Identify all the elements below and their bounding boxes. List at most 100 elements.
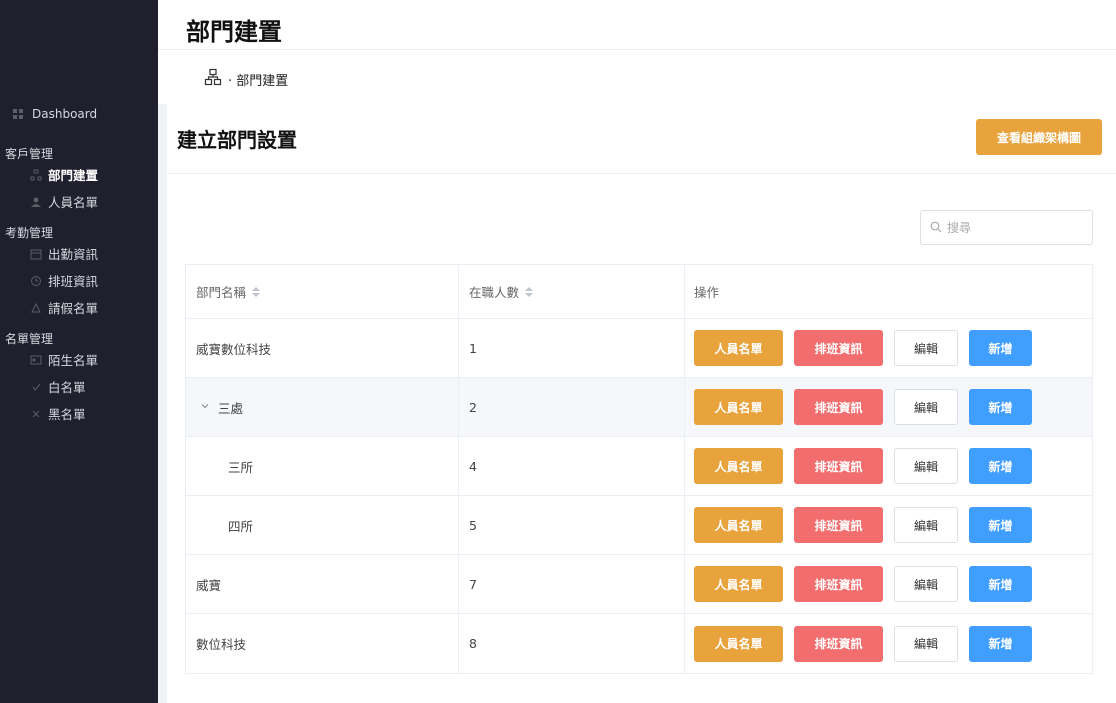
table-row: 數位科技 8 人員名單 排班資訊 編輯 新增 <box>186 614 1092 673</box>
dashboard-icon <box>12 108 24 120</box>
sort-icon[interactable] <box>252 286 261 297</box>
add-button[interactable]: 新增 <box>969 389 1032 425</box>
sidebar-item-departments[interactable]: 部門建置 <box>30 165 98 184</box>
sidebar-item-blacklist[interactable]: 黑名單 <box>30 404 86 423</box>
row-actions: 人員名單 排班資訊 編輯 新增 <box>685 614 1092 673</box>
column-header-label: 部門名稱 <box>196 285 247 300</box>
staff-list-button[interactable]: 人員名單 <box>694 448 783 484</box>
shift-info-button[interactable]: 排班資訊 <box>794 330 883 366</box>
staff-count: 1 <box>459 319 685 377</box>
add-button[interactable]: 新增 <box>969 330 1032 366</box>
sidebar-item-label: 陌生名單 <box>48 353 99 368</box>
staff-list-button[interactable]: 人員名單 <box>694 507 783 543</box>
sidebar-item-label: 排班資訊 <box>48 274 99 289</box>
staff-list-button[interactable]: 人員名單 <box>694 625 783 662</box>
page-title: 部門建置 <box>186 18 282 46</box>
staff-count: 5 <box>459 496 685 554</box>
sidebar-item-label: 部門建置 <box>48 168 99 183</box>
column-header-label: 操作 <box>694 285 720 300</box>
column-header-name[interactable]: 部門名稱 <box>186 265 459 318</box>
clock-icon <box>30 275 42 287</box>
search-box[interactable] <box>920 210 1093 245</box>
department-table: 部門名稱 在職人數 操作 威寶數位科技 1 人員名單 排班資訊 編輯 新增 三處… <box>185 264 1093 674</box>
sidebar-item-label: 人員名單 <box>48 195 99 210</box>
add-button[interactable]: 新增 <box>969 448 1032 484</box>
shift-info-button[interactable]: 排班資訊 <box>794 389 883 425</box>
sidebar-group-lists: 名單管理 <box>5 332 54 346</box>
staff-list-button[interactable]: 人員名單 <box>694 330 783 366</box>
card-title: 建立部門設置 <box>177 128 297 152</box>
sidebar-item-label: 請假名單 <box>48 301 99 316</box>
sidebar-item-label: 白名單 <box>48 380 86 395</box>
table-row: 三處 2 人員名單 排班資訊 編輯 新增 <box>186 378 1092 437</box>
sidebar-item-label: 黑名單 <box>48 407 86 422</box>
row-actions: 人員名單 排班資訊 編輯 新增 <box>685 555 1092 613</box>
row-actions: 人員名單 排班資訊 編輯 新增 <box>685 378 1092 436</box>
sidebar-item-stranger-list[interactable]: 陌生名單 <box>30 350 98 369</box>
chevron-down-icon[interactable] <box>200 401 212 414</box>
table-row: 威寶 7 人員名單 排班資訊 編輯 新增 <box>186 555 1092 614</box>
leave-icon <box>30 302 42 314</box>
sidebar-item-whitelist[interactable]: 白名單 <box>30 377 86 396</box>
sidebar-item-attendance-info[interactable]: 出勤資訊 <box>30 244 98 263</box>
whitelist-icon <box>30 381 42 393</box>
sidebar-item-shift-info[interactable]: 排班資訊 <box>30 271 98 290</box>
header-divider <box>158 49 1116 50</box>
page-header: 部門建置 · 部門建置 <box>158 0 1116 104</box>
edit-button[interactable]: 編輯 <box>894 330 958 366</box>
shift-info-button[interactable]: 排班資訊 <box>794 625 883 662</box>
row-actions: 人員名單 排班資訊 編輯 新增 <box>685 437 1092 495</box>
edit-button[interactable]: 編輯 <box>894 566 958 602</box>
shift-info-button[interactable]: 排班資訊 <box>794 448 883 484</box>
breadcrumb-label[interactable]: · 部門建置 <box>228 70 288 89</box>
row-actions: 人員名單 排班資訊 編輯 新增 <box>685 496 1092 554</box>
staff-count: 2 <box>459 378 685 436</box>
calendar-icon <box>30 248 42 260</box>
view-org-chart-button[interactable]: 查看組織架構圖 <box>976 119 1102 155</box>
department-name: 三所 <box>186 437 459 495</box>
sidebar-item-label: Dashboard <box>32 107 98 121</box>
org-icon <box>204 68 222 90</box>
sidebar-group-customer: 客戶管理 <box>5 147 54 161</box>
edit-button[interactable]: 編輯 <box>894 389 958 425</box>
blacklist-icon <box>30 408 42 420</box>
table-row: 三所 4 人員名單 排班資訊 編輯 新增 <box>186 437 1092 496</box>
column-header-label: 在職人數 <box>469 285 520 300</box>
sidebar-group-attendance: 考勤管理 <box>5 226 54 240</box>
department-name: 威寶 <box>186 555 459 613</box>
edit-button[interactable]: 編輯 <box>894 507 958 543</box>
user-icon <box>30 196 42 208</box>
shift-info-button[interactable]: 排班資訊 <box>794 566 883 602</box>
department-name: 三處 <box>218 400 244 416</box>
search-icon <box>930 218 942 237</box>
staff-list-button[interactable]: 人員名單 <box>694 389 783 425</box>
table-row: 威寶數位科技 1 人員名單 排班資訊 編輯 新增 <box>186 319 1092 378</box>
table-row: 四所 5 人員名單 排班資訊 編輯 新增 <box>186 496 1092 555</box>
department-name-cell: 三處 <box>186 378 459 436</box>
search-input[interactable] <box>947 220 1077 235</box>
department-name: 數位科技 <box>186 614 459 673</box>
id-card-icon <box>30 354 42 366</box>
org-icon <box>30 169 42 181</box>
edit-button[interactable]: 編輯 <box>894 625 958 662</box>
staff-list-button[interactable]: 人員名單 <box>694 566 783 602</box>
row-actions: 人員名單 排班資訊 編輯 新增 <box>685 319 1092 377</box>
department-name: 威寶數位科技 <box>186 319 459 377</box>
sort-icon[interactable] <box>525 286 534 297</box>
sidebar-item-staff-list[interactable]: 人員名單 <box>30 192 98 211</box>
staff-count: 4 <box>459 437 685 495</box>
table-header-row: 部門名稱 在職人數 操作 <box>186 265 1092 319</box>
column-header-count[interactable]: 在職人數 <box>459 265 685 318</box>
edit-button[interactable]: 編輯 <box>894 448 958 484</box>
add-button[interactable]: 新增 <box>969 566 1032 602</box>
sidebar: Dashboard 客戶管理 部門建置 人員名單 考勤管理 出勤資訊 排班資訊 … <box>0 0 158 703</box>
sidebar-item-leave-list[interactable]: 請假名單 <box>30 298 98 317</box>
staff-count: 7 <box>459 555 685 613</box>
add-button[interactable]: 新增 <box>969 507 1032 543</box>
column-header-actions: 操作 <box>685 265 1092 318</box>
add-button[interactable]: 新增 <box>969 625 1032 662</box>
shift-info-button[interactable]: 排班資訊 <box>794 507 883 543</box>
sidebar-item-label: 出勤資訊 <box>48 247 99 262</box>
main-card: 建立部門設置 查看組織架構圖 部門名稱 在職人數 操作 威寶數位科技 1 <box>167 104 1116 703</box>
sidebar-item-dashboard[interactable]: Dashboard <box>12 107 97 121</box>
